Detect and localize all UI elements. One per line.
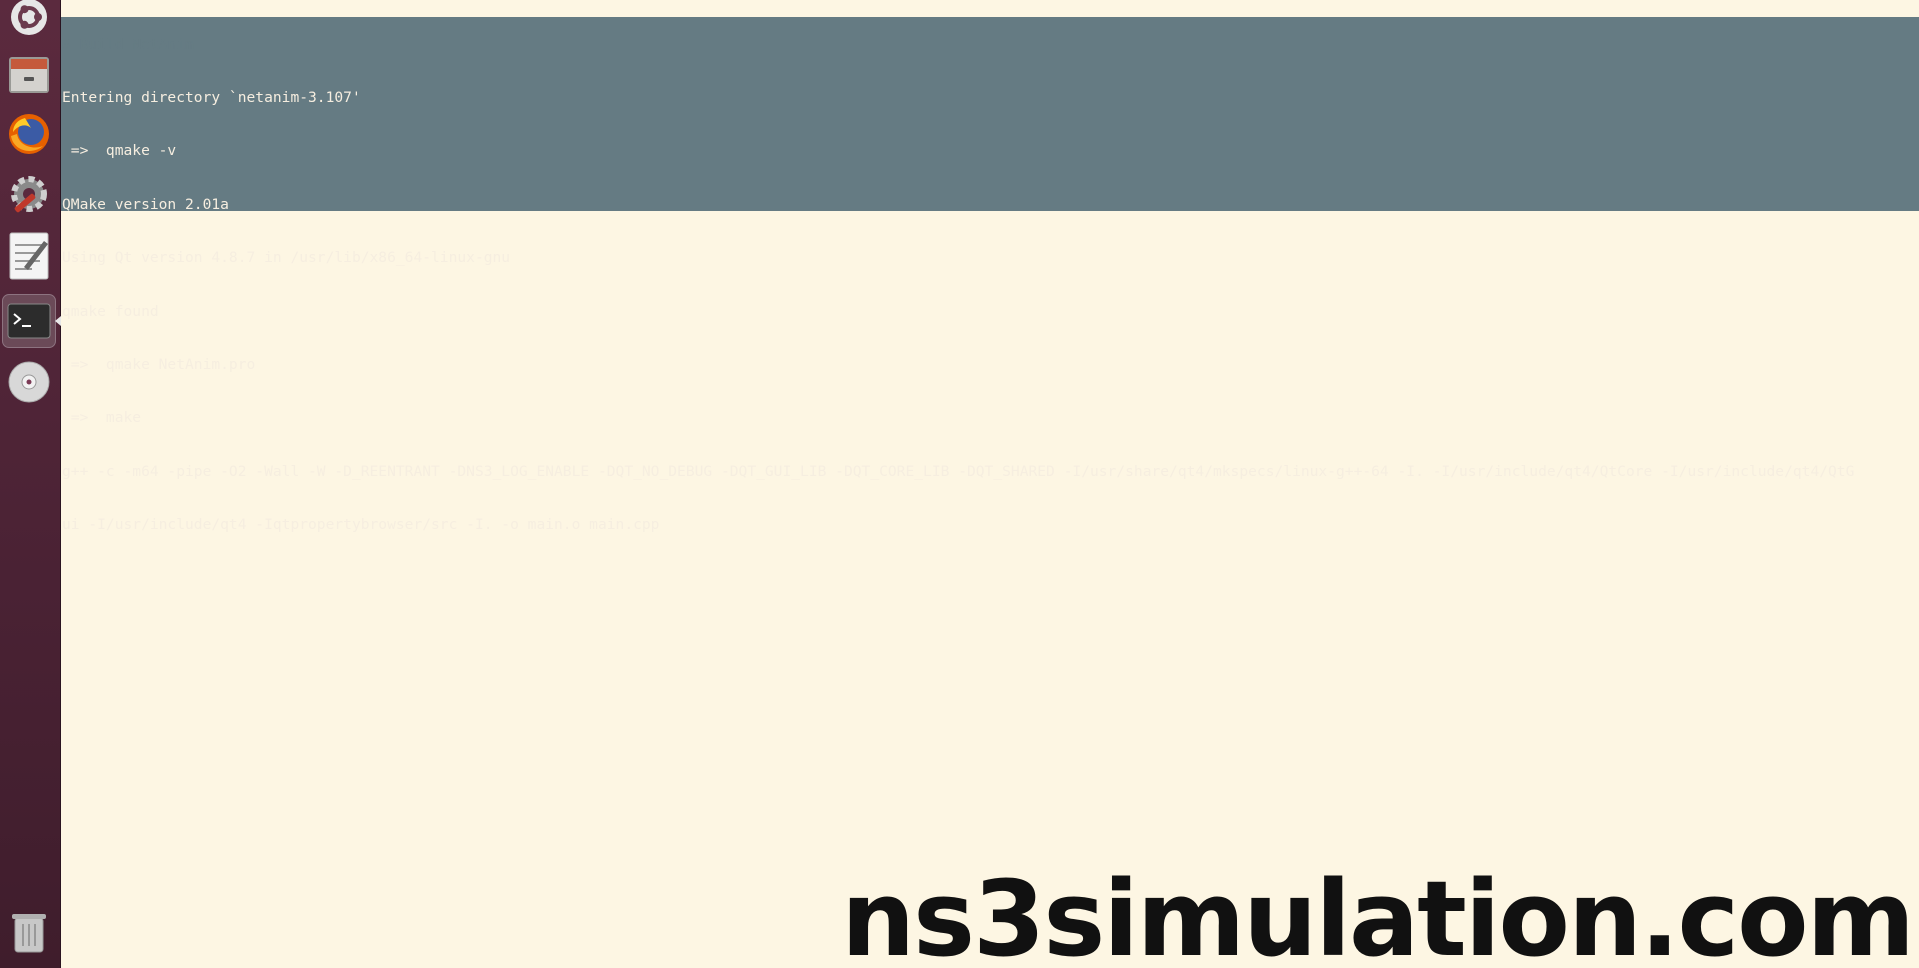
text-editor-icon: [9, 232, 49, 280]
text-editor-launcher[interactable]: [2, 229, 56, 283]
terminal-line: => qmake NetAnim.pro: [62, 355, 256, 373]
firefox-launcher[interactable]: [2, 107, 56, 161]
terminal-line: ui -I/usr/include/qt4 -Iqtpropertybrowse…: [62, 516, 660, 534]
terminal-line: => qmake -v: [62, 142, 177, 160]
terminal-prompt-line[interactable]: [62, 569, 1919, 588]
terminal-line: # Build NetAnim: [62, 35, 194, 53]
unity-launcher: [0, 0, 61, 968]
terminal-line: Entering directory `netanim-3.107': [62, 88, 361, 106]
trash-launcher[interactable]: [2, 905, 56, 959]
text-cursor: [62, 569, 71, 586]
terminal-launcher[interactable]: [2, 294, 56, 348]
firefox-icon: [9, 114, 49, 154]
watermark: ns3simulation.com: [841, 857, 1915, 968]
files-icon: [9, 57, 49, 93]
dvd-icon: [8, 361, 50, 403]
terminal-line: QMake version 2.01a: [62, 195, 229, 213]
terminal-line: Using Qt version 4.8.7 in /usr/lib/x86_6…: [62, 249, 511, 267]
terminal-line: g++ -c -m64 -pipe -O2 -Wall -W -D_REENTR…: [62, 462, 1855, 480]
terminal-line: => make: [62, 409, 142, 427]
system-settings-launcher[interactable]: [2, 167, 56, 221]
terminal-window[interactable]: # Build NetAnim Entering directory `neta…: [61, 0, 1919, 968]
trash-icon: [12, 914, 46, 953]
ubuntu-dash-icon: [11, 0, 47, 35]
files-launcher[interactable]: [2, 47, 56, 101]
terminal-line: qmake found: [62, 302, 159, 320]
dvd-launcher[interactable]: [2, 355, 56, 409]
terminal-output[interactable]: # Build NetAnim Entering directory `neta…: [62, 0, 1919, 623]
dash-button[interactable]: [2, 0, 56, 44]
terminal-icon: [7, 303, 51, 339]
system-settings-icon: [11, 176, 47, 213]
